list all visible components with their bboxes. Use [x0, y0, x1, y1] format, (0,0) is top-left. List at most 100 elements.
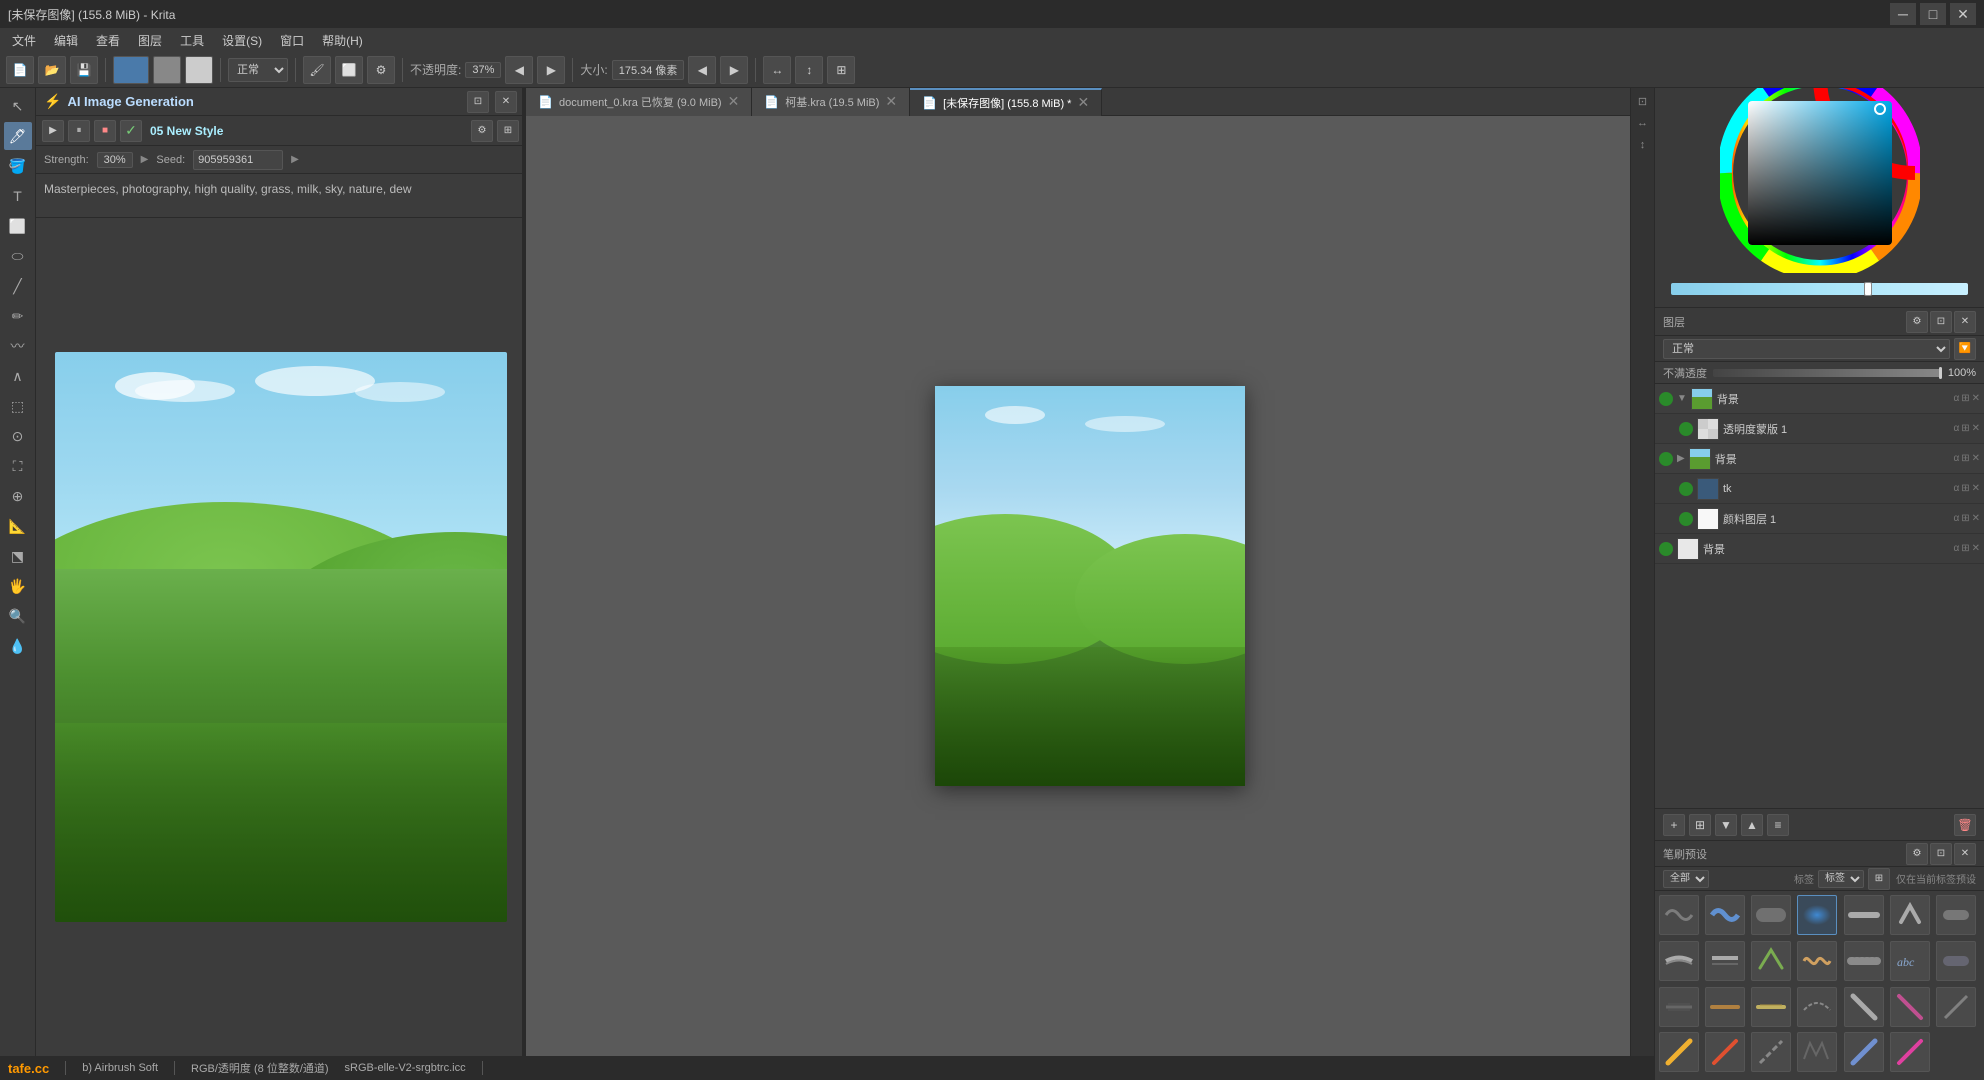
canvas-area[interactable]: [526, 116, 1654, 1056]
brush-item-21[interactable]: [1936, 987, 1976, 1027]
layer-action-delete-1[interactable]: ✕: [1972, 393, 1980, 404]
zoom-tool[interactable]: 🔍: [4, 602, 32, 630]
brush-preset-button[interactable]: 🖌: [303, 56, 331, 84]
brush-item-6[interactable]: [1890, 895, 1930, 935]
color-bg-button[interactable]: [153, 56, 181, 84]
close-button[interactable]: ✕: [1950, 3, 1976, 25]
mirror-v-button[interactable]: ↕: [795, 56, 823, 84]
layer-item-tk[interactable]: tk α ⊞ ✕: [1655, 474, 1984, 504]
layer-item-bg-group[interactable]: ▼ 背景 α ⊞ ✕: [1655, 384, 1984, 414]
tab-close-3[interactable]: ✕: [1077, 94, 1089, 111]
brush-item-23[interactable]: [1705, 1032, 1745, 1072]
brushes-close-btn[interactable]: ✕: [1954, 843, 1976, 865]
layer-action-merge-5[interactable]: ⊞: [1961, 513, 1969, 524]
menu-view[interactable]: 查看: [88, 30, 128, 51]
brush-settings-button[interactable]: ⚙: [367, 56, 395, 84]
eraser-button[interactable]: ⬜: [335, 56, 363, 84]
opacity-slider[interactable]: [1713, 369, 1942, 377]
brush-item-7[interactable]: [1936, 895, 1976, 935]
layers-panel-close[interactable]: ✕: [1954, 311, 1976, 333]
layer-vis-1[interactable]: [1659, 392, 1673, 406]
save-file-button[interactable]: 💾: [70, 56, 98, 84]
brush-item-19[interactable]: [1844, 987, 1884, 1027]
layer-properties-button[interactable]: ≡: [1767, 814, 1789, 836]
layer-vis-5[interactable]: [1679, 512, 1693, 526]
layer-item-bg-paint[interactable]: 背景 α ⊞ ✕: [1655, 534, 1984, 564]
brush-item-24[interactable]: [1751, 1032, 1791, 1072]
size-value[interactable]: 175.34 像素: [612, 60, 685, 80]
layer-action-alpha-4[interactable]: α: [1953, 483, 1959, 494]
tab-dog[interactable]: 📄 柯基.kra (19.5 MiB) ✕: [752, 88, 910, 116]
opacity-value[interactable]: 37%: [465, 62, 501, 78]
ellipse-tool[interactable]: ⬭: [4, 242, 32, 270]
layer-action-merge-4[interactable]: ⊞: [1961, 483, 1969, 494]
tab-unsaved[interactable]: 📄 [未保存图像] (155.8 MiB) * ✕: [910, 88, 1102, 116]
layer-up-button[interactable]: ▲: [1741, 814, 1763, 836]
layer-expand-1[interactable]: ▼: [1677, 393, 1687, 404]
tab-close-1[interactable]: ✕: [728, 93, 740, 110]
brush-tool[interactable]: 🖊: [4, 122, 32, 150]
crop-tool[interactable]: ⛶: [4, 452, 32, 480]
ai-play-button[interactable]: ▶: [42, 120, 64, 142]
selection-tool[interactable]: ⬚: [4, 392, 32, 420]
brushes-float-btn[interactable]: ⊡: [1930, 843, 1952, 865]
brush-category-select[interactable]: 全部: [1663, 870, 1709, 888]
brush-item-3[interactable]: [1751, 895, 1791, 935]
brush-item-22[interactable]: [1659, 1032, 1699, 1072]
layer-mode-select[interactable]: 正常 溶解 正片叠底: [1663, 339, 1950, 359]
brush-item-8[interactable]: [1659, 941, 1699, 981]
ai-expand-button[interactable]: ⊞: [497, 120, 519, 142]
opacity-up[interactable]: ▶: [537, 56, 565, 84]
add-group-button[interactable]: ⊞: [1689, 814, 1711, 836]
brush-item-13[interactable]: abc: [1890, 941, 1930, 981]
size-down[interactable]: ◀: [688, 56, 716, 84]
ai-settings-button[interactable]: ⚙: [471, 120, 493, 142]
ai-pause-button[interactable]: ⏸: [68, 120, 90, 142]
layer-action-alpha-2[interactable]: α: [1953, 423, 1959, 434]
rp-icon-3[interactable]: ↕: [1634, 136, 1652, 154]
layer-expand-3[interactable]: ▶: [1677, 453, 1685, 464]
brushes-view-toggle[interactable]: ⊞: [1868, 868, 1890, 890]
path-tool[interactable]: ✏: [4, 302, 32, 330]
ruler-tool[interactable]: 📐: [4, 512, 32, 540]
tab-document0[interactable]: 📄 document_0.kra 已恢复 (9.0 MiB) ✕: [526, 88, 752, 116]
menu-layer[interactable]: 图层: [130, 30, 170, 51]
color-alt-button[interactable]: [185, 56, 213, 84]
layers-panel-settings[interactable]: ⚙: [1906, 311, 1928, 333]
text-tool[interactable]: T: [4, 182, 32, 210]
layer-action-delete-6[interactable]: ✕: [1972, 543, 1980, 554]
menu-help[interactable]: 帮助(H): [314, 30, 371, 51]
seed-input[interactable]: 905959361: [193, 150, 283, 170]
opacity-down[interactable]: ◀: [505, 56, 533, 84]
menu-tools[interactable]: 工具: [172, 30, 212, 51]
layer-vis-6[interactable]: [1659, 542, 1673, 556]
layer-item-bg-group2[interactable]: ▶ 背景 α ⊞ ✕: [1655, 444, 1984, 474]
brush-item-25[interactable]: [1797, 1032, 1837, 1072]
delete-layer-button[interactable]: 🗑: [1954, 814, 1976, 836]
layer-filter-btn[interactable]: 🔽: [1954, 338, 1976, 360]
color-wheel[interactable]: [1720, 73, 1920, 273]
symmetry-button[interactable]: ⊞: [827, 56, 855, 84]
restore-button[interactable]: □: [1920, 3, 1946, 25]
layer-vis-2[interactable]: [1679, 422, 1693, 436]
transform-tool[interactable]: ↖: [4, 92, 32, 120]
ai-resize-handle[interactable]: [522, 88, 526, 1056]
lasso-tool[interactable]: ⊙: [4, 422, 32, 450]
layer-item-mask[interactable]: 透明度蒙版 1 α ⊞ ✕: [1655, 414, 1984, 444]
brush-item-2[interactable]: [1705, 895, 1745, 935]
hue-slider[interactable]: [1671, 283, 1968, 295]
layer-item-paint1[interactable]: 颜料图层 1 α ⊞ ✕: [1655, 504, 1984, 534]
layer-vis-3[interactable]: [1659, 452, 1673, 466]
layer-action-delete-4[interactable]: ✕: [1972, 483, 1980, 494]
layer-action-delete-2[interactable]: ✕: [1972, 423, 1980, 434]
color-fg-button[interactable]: [113, 56, 149, 84]
brush-item-27[interactable]: [1890, 1032, 1930, 1072]
menu-file[interactable]: 文件: [4, 30, 44, 51]
layer-action-delete-3[interactable]: ✕: [1972, 453, 1980, 464]
pan-tool[interactable]: 🖐: [4, 572, 32, 600]
ai-panel-float-button[interactable]: ⊡: [467, 91, 489, 113]
tab-close-2[interactable]: ✕: [885, 93, 897, 110]
layer-down-button[interactable]: ▼: [1715, 814, 1737, 836]
layer-action-alpha-1[interactable]: α: [1953, 393, 1959, 404]
ai-stop-button[interactable]: ■: [94, 120, 116, 142]
